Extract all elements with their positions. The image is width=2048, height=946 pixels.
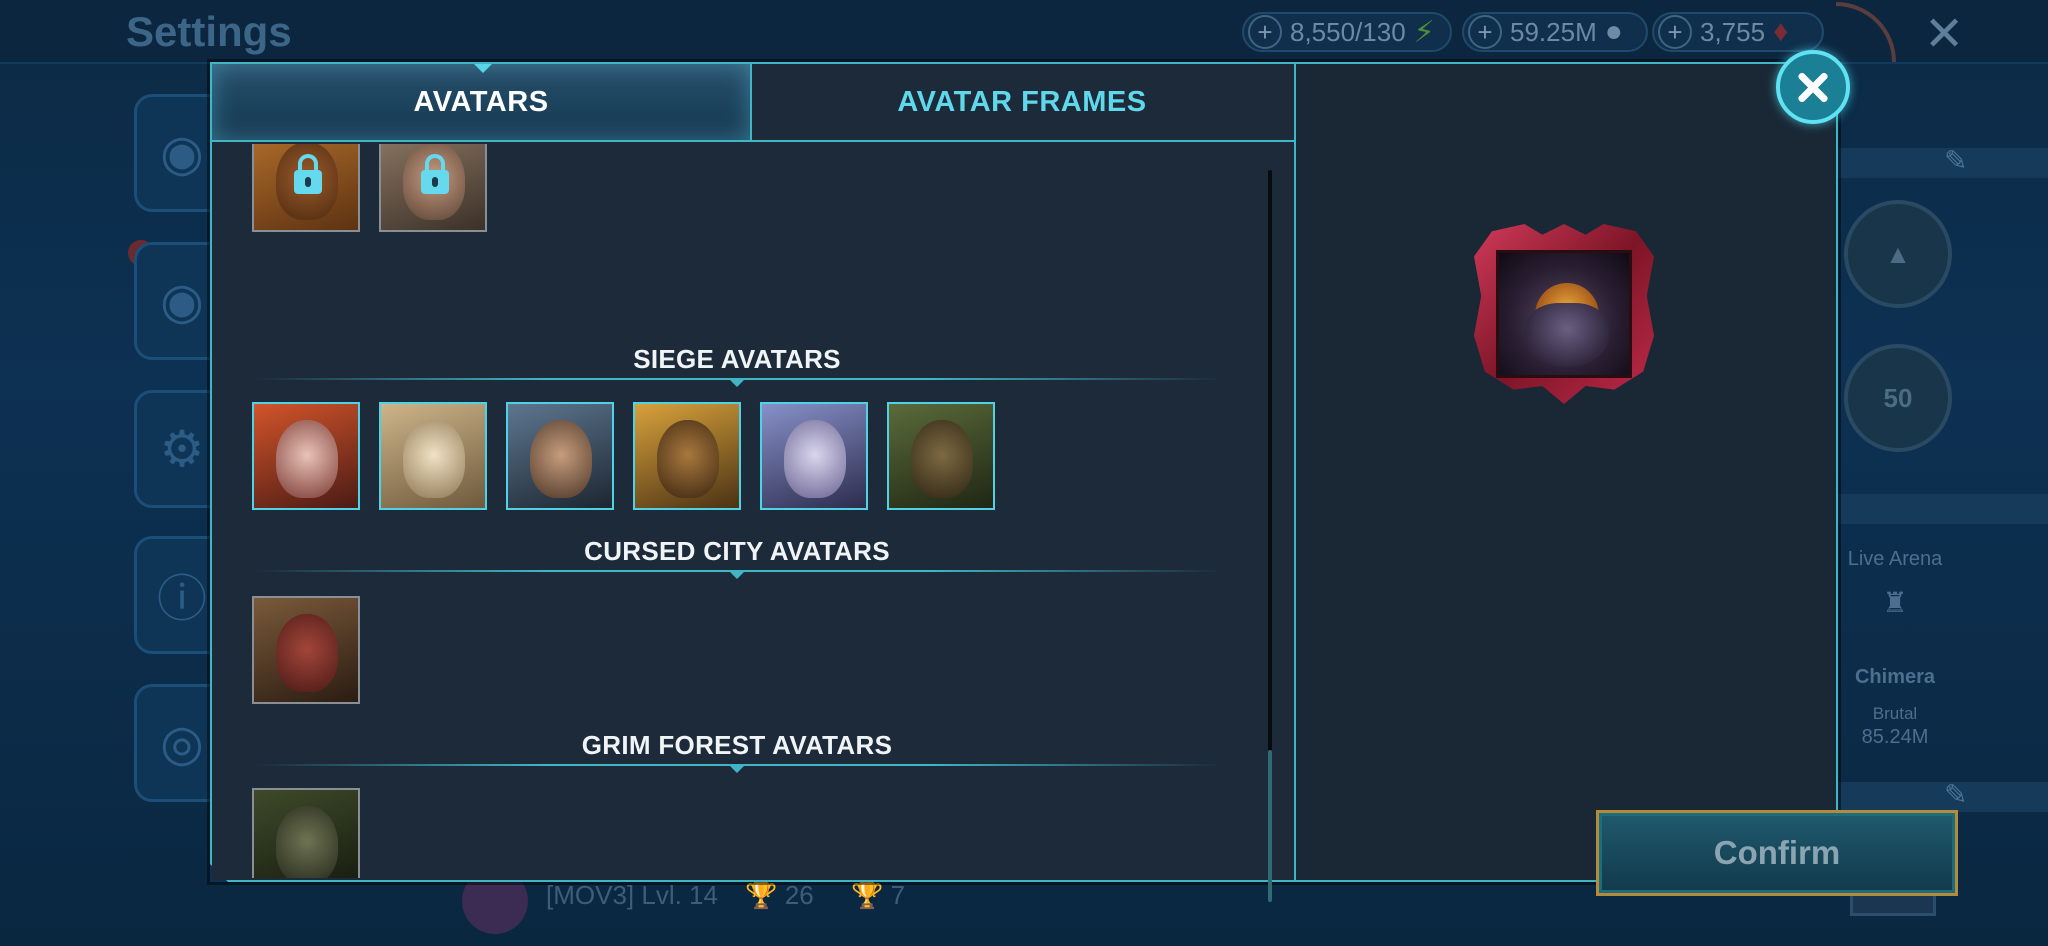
person-icon: ◉ xyxy=(160,273,204,329)
section-header: SIEGE AVATARS xyxy=(252,344,1222,387)
avatar-item[interactable] xyxy=(760,402,868,510)
avatar-item[interactable] xyxy=(887,402,995,510)
avatar-item[interactable] xyxy=(252,596,360,704)
avatar-portrait xyxy=(403,420,465,498)
edit-icon[interactable]: ✎ xyxy=(1944,144,1967,177)
user-icon: ◉ xyxy=(160,125,204,181)
avatar-item[interactable] xyxy=(252,788,360,878)
avatar-item[interactable] xyxy=(252,402,360,510)
live-arena-label: Live Arena xyxy=(1847,548,1943,570)
plus-icon[interactable]: + xyxy=(1468,15,1502,49)
rank-badge-icon: ▲ xyxy=(1844,200,1952,308)
silver-value: 59.25M xyxy=(1510,16,1597,47)
avatar-portrait xyxy=(784,420,846,498)
settings-close-icon[interactable]: ✕ xyxy=(1924,6,1964,62)
section-title: SIEGE AVATARS xyxy=(633,344,841,374)
scrollbar-thumb[interactable] xyxy=(1268,750,1272,902)
avatar-select-modal: AVATARS AVATAR FRAMES SIEGE AVATARS CURS… xyxy=(210,62,1958,902)
player-clan-level: [MOV3] Lvl. 14 xyxy=(546,880,718,910)
energy-icon: ⚡ xyxy=(1413,15,1435,49)
section-marker-icon xyxy=(728,378,746,387)
page-title: Settings xyxy=(126,8,292,55)
clan-boss-name: Chimera xyxy=(1854,666,1936,688)
section-header: CURSED CITY AVATARS xyxy=(252,536,1222,579)
edit-icon[interactable]: ✎ xyxy=(1944,778,1967,811)
globe-icon: ◎ xyxy=(160,715,204,771)
section-title: GRIM FOREST AVATARS xyxy=(581,730,893,760)
energy-value: 8,550/130 xyxy=(1290,16,1406,47)
panther-portrait xyxy=(1525,303,1609,367)
avatar-item[interactable] xyxy=(379,402,487,510)
close-button[interactable] xyxy=(1776,50,1850,124)
section-marker-icon xyxy=(728,764,746,773)
right-panel-strip xyxy=(1838,782,2048,812)
player-stat-1: 26 xyxy=(784,880,814,910)
grim-forest-avatar-row xyxy=(252,788,360,878)
right-panel-strip xyxy=(1838,494,2048,524)
avatar-scroll-area[interactable]: SIEGE AVATARS CURSED CITY AVATARS GRIM F… xyxy=(212,144,1294,878)
siege-avatar-row xyxy=(252,402,995,510)
plus-icon[interactable]: + xyxy=(1658,15,1692,49)
gear-icon: ⚙ xyxy=(159,421,205,477)
gem-value: 3,755 xyxy=(1700,16,1766,47)
avatar-item-locked[interactable] xyxy=(379,144,487,232)
section-marker-icon xyxy=(728,570,746,579)
gem-resource[interactable]: + 3,755 ♦ xyxy=(1652,12,1824,52)
info-icon: ⓘ xyxy=(157,571,207,627)
avatar-list-pane: AVATARS AVATAR FRAMES SIEGE AVATARS CURS… xyxy=(212,64,1296,902)
scrollbar-track[interactable] xyxy=(1268,170,1272,822)
avatar-portrait xyxy=(276,420,338,498)
tab-avatars[interactable]: AVATARS xyxy=(212,64,752,140)
live-arena-icon: ♜ xyxy=(1882,587,1908,618)
avatar-portrait xyxy=(276,614,338,692)
avatar-portrait xyxy=(1496,250,1632,378)
energy-resource[interactable]: + 8,550/130 ⚡ xyxy=(1242,12,1452,52)
clan-boss-damage: 85.24M xyxy=(1861,726,1929,748)
player-info: [MOV3] Lvl. 14 🏆 26 🏆 7 xyxy=(546,880,905,911)
silver-icon: ● xyxy=(1604,15,1623,48)
lock-icon xyxy=(421,154,449,194)
cursed-city-avatar-row xyxy=(252,596,360,704)
right-panel-strip xyxy=(1838,148,2048,178)
avatar-portrait xyxy=(657,420,719,498)
locked-avatar-row xyxy=(252,144,487,232)
selected-avatar-preview xyxy=(1474,224,1654,404)
cup-icon: 🏆 xyxy=(850,880,884,910)
clan-boss-difficulty: Brutal xyxy=(1872,704,1918,723)
section-title: CURSED CITY AVATARS xyxy=(584,536,890,566)
player-stat-2: 7 xyxy=(890,880,906,910)
tab-avatar-frames[interactable]: AVATAR FRAMES xyxy=(752,64,1292,140)
silver-resource[interactable]: + 59.25M ● xyxy=(1462,12,1648,52)
lock-icon xyxy=(294,154,322,194)
avatar-item-locked[interactable] xyxy=(252,144,360,232)
avatar-item[interactable] xyxy=(506,402,614,510)
confirm-button[interactable]: Confirm xyxy=(1596,810,1958,896)
avatar-item[interactable] xyxy=(633,402,741,510)
avatar-portrait xyxy=(276,806,338,878)
trophy-icon: 🏆 xyxy=(745,880,778,910)
tab-bar: AVATARS AVATAR FRAMES xyxy=(212,64,1294,142)
avatar-portrait xyxy=(911,420,973,498)
avatar-portrait xyxy=(530,420,592,498)
gem-icon: ♦ xyxy=(1773,15,1789,48)
section-header: GRIM FOREST AVATARS xyxy=(252,730,1222,773)
level-badge: 50 xyxy=(1844,344,1952,452)
plus-icon[interactable]: + xyxy=(1248,15,1282,49)
